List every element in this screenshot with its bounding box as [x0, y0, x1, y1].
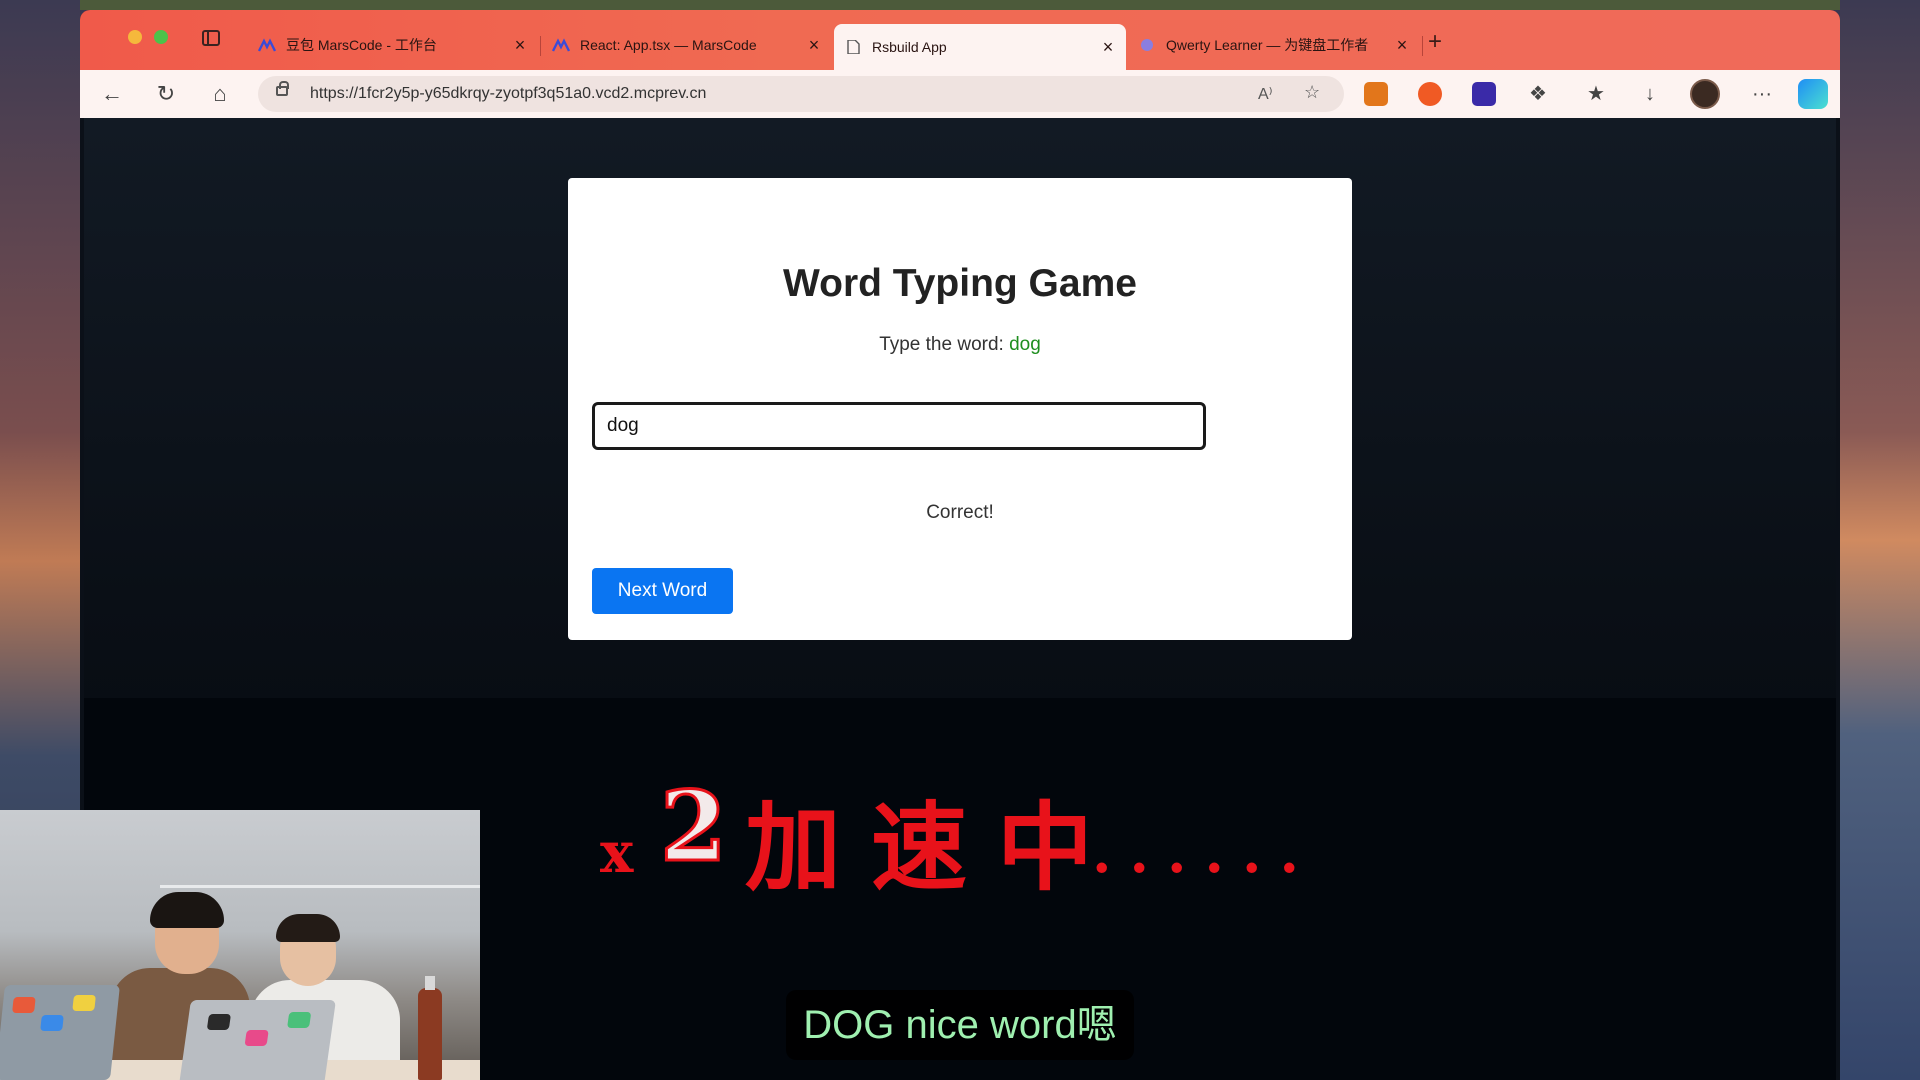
laptop-left — [0, 985, 120, 1080]
webcam-inset — [0, 810, 480, 1080]
extensions-puzzle-icon[interactable]: ❖ — [1526, 82, 1550, 106]
page-title: Word Typing Game — [783, 262, 1137, 305]
marscode-icon — [552, 38, 570, 52]
video-subtitle: DOG nice word嗯 — [786, 990, 1134, 1060]
wall-trim — [160, 885, 480, 888]
tab-qwerty-learner[interactable]: Qwerty Learner — 为键盘工作者 × — [1128, 28, 1420, 62]
tab-separator — [1422, 36, 1423, 56]
profile-avatar[interactable] — [1690, 79, 1720, 109]
minimize-window-button[interactable] — [128, 30, 142, 44]
tab-bar: 豆包 MarsCode - 工作台 × React: App.tsx — Mar… — [80, 10, 1840, 70]
browser-toolbar: ← ↻ ⌂ https://1fcr2y5p-y65dkrqy-zyotpf3q… — [80, 70, 1840, 118]
next-word-button[interactable]: Next Word — [592, 568, 733, 614]
overlay-speedup-text: 加速中 — [745, 791, 1123, 904]
extension-badge-icon[interactable] — [1472, 82, 1496, 106]
feedback-message: Correct! — [926, 502, 994, 523]
maximize-window-button[interactable] — [154, 30, 168, 44]
back-icon[interactable]: ← — [100, 82, 124, 106]
desktop-wallpaper-right — [1840, 0, 1920, 1080]
tea-bottle — [418, 976, 442, 1080]
metamask-extension-icon[interactable] — [1364, 82, 1388, 106]
lock-icon[interactable] — [276, 81, 289, 96]
game-card: Word Typing Game Type the word: dog Corr… — [568, 178, 1352, 640]
copilot-icon[interactable] — [1798, 79, 1828, 109]
prompt-label: Type the word: — [879, 334, 1010, 355]
favorites-icon[interactable]: ★ — [1584, 82, 1608, 106]
tab-label: Qwerty Learner — 为键盘工作者 — [1166, 37, 1369, 53]
person-hair — [150, 892, 224, 928]
macos-menubar — [80, 0, 1840, 10]
tab-react-app[interactable]: React: App.tsx — MarsCode × — [542, 28, 832, 62]
workspaces-icon[interactable] — [202, 30, 220, 46]
favorite-star-icon[interactable]: ☆ — [1304, 82, 1320, 103]
read-aloud-icon[interactable]: A⁾ — [1258, 84, 1273, 104]
close-tab-icon[interactable]: × — [806, 36, 822, 54]
qwerty-icon — [1141, 39, 1153, 51]
home-icon[interactable]: ⌂ — [208, 82, 232, 106]
tab-marscode-workspace[interactable]: 豆包 MarsCode - 工作台 × — [248, 28, 538, 62]
page-icon — [847, 40, 860, 54]
new-tab-button[interactable]: + — [1428, 30, 1442, 54]
close-tab-icon[interactable]: × — [1394, 36, 1410, 54]
laptop-sticker — [244, 1030, 269, 1046]
url-text[interactable]: https://1fcr2y5p-y65dkrqy-zyotpf3q51a0.v… — [310, 85, 706, 103]
tab-label: React: App.tsx — MarsCode — [580, 37, 757, 53]
marscode-icon — [258, 38, 276, 52]
laptop-sticker — [206, 1014, 232, 1030]
tab-separator — [540, 36, 541, 56]
laptop-sticker — [12, 997, 36, 1013]
laptop-sticker — [287, 1012, 312, 1028]
laptop-sticker — [72, 995, 96, 1011]
word-prompt: Type the word: dog — [568, 334, 1352, 356]
address-bar[interactable]: https://1fcr2y5p-y65dkrqy-zyotpf3q51a0.v… — [258, 76, 1344, 112]
overlay-dots: ...... — [1092, 820, 1317, 886]
overlay-multiplier-x: x — [600, 820, 634, 886]
reload-icon[interactable]: ↻ — [154, 82, 178, 106]
target-word: dog — [1009, 334, 1041, 355]
close-tab-icon[interactable]: × — [1100, 38, 1116, 56]
tab-rsbuild-app[interactable]: Rsbuild App × — [834, 24, 1126, 70]
extension-icon[interactable] — [1418, 82, 1442, 106]
more-menu-icon[interactable]: ··· — [1750, 82, 1774, 106]
tab-label: 豆包 MarsCode - 工作台 — [286, 37, 437, 53]
person-hair — [276, 914, 340, 942]
close-tab-icon[interactable]: × — [512, 36, 528, 54]
overlay-multiplier-number: 2 — [659, 769, 729, 885]
word-input[interactable] — [592, 402, 1206, 450]
tab-label: Rsbuild App — [872, 39, 947, 55]
laptop-right — [179, 1000, 336, 1080]
laptop-sticker — [40, 1015, 64, 1031]
downloads-icon[interactable]: ↓ — [1638, 82, 1662, 106]
